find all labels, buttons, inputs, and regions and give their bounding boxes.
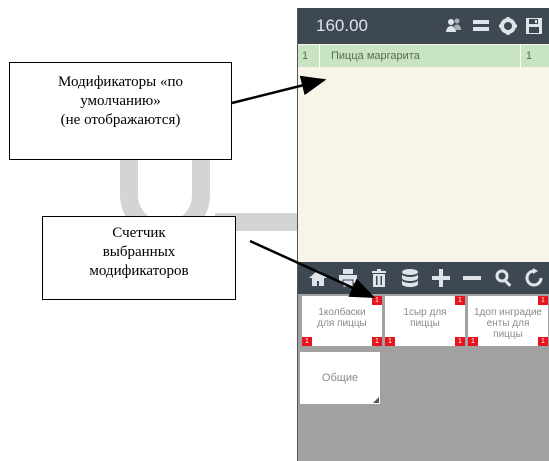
home-icon[interactable] (308, 268, 328, 288)
modifier-badge-right: 1 (538, 337, 548, 346)
modifier-badge-left: 1 (302, 337, 312, 346)
callout-line: Модификаторы «по (58, 74, 183, 90)
divider (520, 45, 521, 67)
users-icon[interactable] (444, 16, 464, 36)
order-line-item[interactable]: 1 Пицца маргарита 1 (298, 45, 549, 67)
modifier-counter-badge: 1 (538, 296, 548, 305)
order-line-qty: 1 (525, 50, 532, 62)
modifier-badge-right: 1 (455, 337, 465, 346)
callout-default-modifiers: Модификаторы «по умолчанию» (не отобража… (9, 62, 232, 160)
gear-icon[interactable] (498, 16, 518, 36)
callout-line: выбранных (102, 244, 176, 260)
callout-line: (не отображаются) (60, 112, 181, 128)
modifier-badge-left: 1 (385, 337, 395, 346)
menu-icon[interactable] (471, 16, 491, 36)
callout-line: умолчанию» (80, 93, 161, 109)
action-toolbar (298, 262, 549, 294)
modifier-label-line: 1сыр для (403, 307, 447, 318)
modifier-tile[interactable]: 1доп инградие енты для пиццы 1 1 1 (468, 296, 548, 346)
modifier-tile[interactable]: 1сыр для пиццы 1 1 1 (385, 296, 465, 346)
top-bar: 160.00 (298, 8, 549, 44)
divider (319, 45, 320, 67)
plus-icon[interactable] (431, 268, 451, 288)
print-icon[interactable] (338, 268, 358, 288)
modifier-label-line: енты для (486, 318, 530, 329)
refresh-icon[interactable] (524, 268, 544, 288)
order-total: 160.00 (316, 16, 368, 35)
modifier-tile[interactable]: 1колбаски для пиццы 1 1 1 (302, 296, 382, 346)
modifier-label-line: 1доп инградие (473, 307, 542, 318)
database-icon[interactable] (400, 268, 420, 288)
modifier-label-line: пиццы (410, 318, 440, 329)
modifier-label-line: для пиццы (317, 318, 367, 329)
modifier-badge-left: 1 (468, 337, 478, 346)
search-icon[interactable] (494, 268, 514, 288)
save-icon[interactable] (524, 16, 544, 36)
modifier-counter-badge: 1 (372, 296, 382, 305)
pos-app-panel: 160.00 1 Пицца маргарита 1 1колбаски для… (297, 8, 549, 461)
corner-marker (373, 397, 379, 403)
modifier-label-line: 1колбаски (318, 307, 366, 318)
minus-icon[interactable] (462, 268, 482, 288)
category-label: Общие (321, 372, 359, 384)
order-line-index: 1 (302, 50, 309, 62)
trash-icon[interactable] (369, 268, 389, 288)
modifier-badge-right: 1 (372, 337, 382, 346)
modifier-label-line: пиццы (493, 329, 523, 340)
callout-line: модификаторов (89, 263, 189, 279)
callout-modifier-counter: Счетчик выбранных модификаторов (42, 216, 236, 300)
callout-line: Счетчик (112, 225, 166, 241)
category-tile-general[interactable]: Общие (300, 352, 380, 404)
order-line-name: Пицца маргарита (331, 50, 420, 62)
modifier-counter-badge: 1 (455, 296, 465, 305)
